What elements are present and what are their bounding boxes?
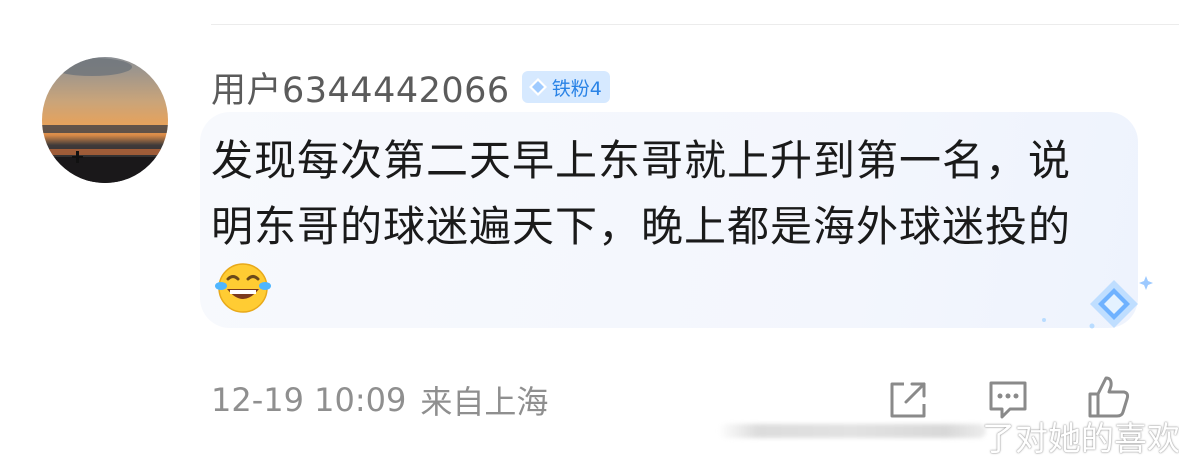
avatar[interactable] (42, 57, 168, 183)
top-divider (211, 24, 1179, 25)
grinning-tears-emoji (214, 262, 272, 318)
share-icon (890, 382, 926, 418)
diamond-decoration-icon (1034, 270, 1154, 344)
comment-line: 明东哥的球迷遍天下，晚上都是海外球迷投的 (211, 202, 1072, 251)
comment-location: 来自上海 (420, 383, 549, 421)
fan-badge-label: 铁粉4 (551, 77, 602, 100)
diamond-icon (528, 78, 547, 96)
share-button[interactable] (886, 378, 930, 426)
comment-timestamp: 12-19 10:09 (211, 381, 407, 419)
watermark-blur (718, 424, 986, 438)
avatar-sunset-image (42, 57, 168, 183)
comment-meta: 12-19 10:09 来自上海 (211, 376, 548, 424)
username[interactable]: 用户6344442066 (211, 62, 510, 113)
watermark-text: 了对她的喜欢 (982, 419, 1179, 458)
comment-header: 用户6344442066 铁粉4 (211, 62, 610, 112)
fan-badge[interactable]: 铁粉4 (521, 71, 610, 103)
comment-line: 发现每次第二天早上东哥就上升到第一名，说 (211, 136, 1072, 185)
comment-text: 发现每次第二天早上东哥就上升到第一名，说 明东哥的球迷遍天下，晚上都是海外球迷投… (211, 128, 1111, 260)
